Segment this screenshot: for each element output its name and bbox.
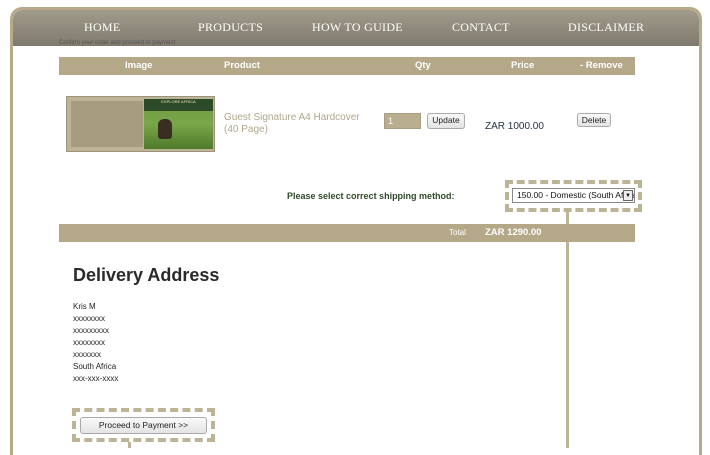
quantity-input[interactable] bbox=[384, 113, 421, 129]
product-thumbnail[interactable]: EXPLORE AFRICA bbox=[66, 96, 215, 152]
nav-products[interactable]: PRODUCTS bbox=[198, 20, 263, 35]
elephant-image bbox=[158, 119, 172, 139]
header-product: Product bbox=[224, 60, 260, 71]
book-cover-photo: EXPLORE AFRICA bbox=[144, 99, 213, 149]
item-price: ZAR 1000.00 bbox=[485, 121, 544, 132]
breadcrumb: Confirm your order and proceed to paymen… bbox=[59, 40, 176, 46]
total-label: Total bbox=[449, 228, 466, 237]
nav-home[interactable]: HOME bbox=[84, 20, 121, 35]
header-remove: - Remove bbox=[580, 60, 623, 71]
address-line: xxxxxxxx bbox=[73, 338, 105, 347]
address-line: xxx-xxx-xxxx bbox=[73, 374, 119, 383]
shipping-label: Please select correct shipping method: bbox=[287, 191, 455, 201]
delete-button[interactable]: Delete bbox=[577, 113, 611, 127]
total-value: ZAR 1290.00 bbox=[485, 227, 542, 238]
nav-contact[interactable]: CONTACT bbox=[452, 20, 510, 35]
annotation-line-lower bbox=[566, 242, 569, 448]
book-cover-back bbox=[71, 101, 143, 147]
address-line: South Africa bbox=[73, 362, 117, 371]
dropdown-arrow-icon[interactable]: ▼ bbox=[623, 190, 633, 201]
total-bar: Total ZAR 1290.00 bbox=[59, 224, 635, 242]
annotation-line bbox=[566, 212, 569, 224]
shipping-method-select[interactable]: 150.00 - Domestic (South Africa) ▼ bbox=[512, 188, 635, 203]
address-line: xxxxxxxxx bbox=[73, 326, 109, 335]
cover-banner: EXPLORE AFRICA bbox=[144, 99, 213, 111]
address-line: xxxxxxx bbox=[73, 350, 101, 359]
delivery-address-title: Delivery Address bbox=[73, 265, 220, 285]
header-image: Image bbox=[125, 60, 153, 71]
update-button[interactable]: Update bbox=[427, 113, 465, 129]
nav-disclaimer[interactable]: DISCLAIMER bbox=[568, 20, 644, 35]
header-qty: Qty bbox=[415, 60, 431, 71]
shipping-selected-value: 150.00 - Domestic (South Africa) bbox=[517, 190, 635, 200]
product-name[interactable]: Guest Signature A4 Hardcover (40 Page) bbox=[224, 112, 374, 136]
address-line: xxxxxxxx bbox=[73, 314, 105, 323]
header-price: Price bbox=[511, 60, 535, 71]
address-line: Kris M bbox=[73, 302, 96, 311]
cart-table-header: Image Product Qty Price - Remove bbox=[59, 57, 635, 75]
proceed-to-payment-button[interactable]: Proceed to Payment >> bbox=[80, 417, 207, 434]
nav-how-to-guide[interactable]: HOW TO GUIDE bbox=[312, 20, 403, 35]
annotation-line-proceed bbox=[128, 442, 131, 448]
